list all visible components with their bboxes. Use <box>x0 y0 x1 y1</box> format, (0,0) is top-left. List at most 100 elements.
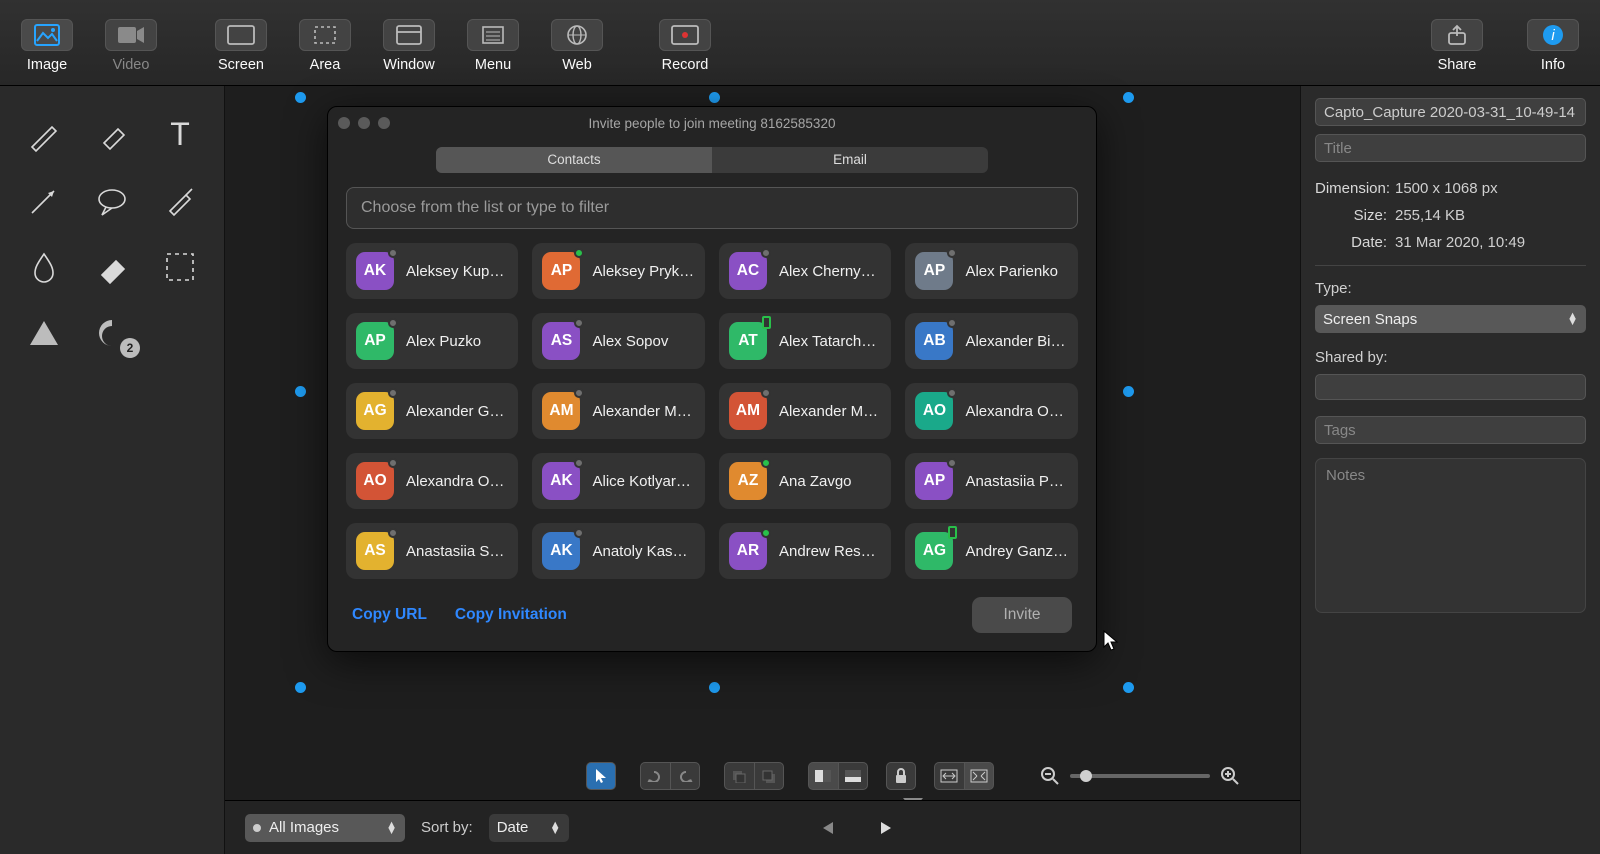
selection-handle[interactable] <box>295 682 306 693</box>
contact-avatar: AO <box>356 462 394 500</box>
modal-footer: Copy URL Copy Invitation Invite <box>328 579 1096 651</box>
tool-palette: T 2 <box>0 86 225 854</box>
contact-card[interactable]: APAleksey Pryk… <box>532 243 704 299</box>
tool-marquee[interactable] <box>146 236 214 298</box>
tab-contacts[interactable]: Contacts <box>436 147 712 173</box>
contact-avatar: AM <box>542 392 580 430</box>
contact-card[interactable]: AMAlexander M… <box>719 383 891 439</box>
contact-card[interactable]: AZAna Zavgo <box>719 453 891 509</box>
selection-handle[interactable] <box>295 386 306 397</box>
contact-card[interactable]: AKAleksey Kup… <box>346 243 518 299</box>
tool-shape[interactable] <box>10 302 78 364</box>
copy-url-link[interactable]: Copy URL <box>352 606 427 624</box>
contact-card[interactable]: AKAlice Kotlyar… <box>532 453 704 509</box>
undo-button[interactable] <box>640 762 670 790</box>
contact-card[interactable]: APAnastasiia P… <box>905 453 1078 509</box>
presence-indicator <box>761 248 771 258</box>
shared-by-field[interactable] <box>1315 374 1586 400</box>
invite-button[interactable]: Invite <box>972 597 1072 633</box>
selection-handle[interactable] <box>709 682 720 693</box>
presence-indicator <box>762 316 771 329</box>
area-icon <box>299 19 351 51</box>
tool-text[interactable]: T <box>146 104 214 166</box>
capture-screen[interactable]: Screen <box>202 19 280 73</box>
contact-card[interactable]: AOAlexandra O… <box>346 453 518 509</box>
contact-name: Alexander M… <box>592 403 694 420</box>
date-label: Date: <box>1315 234 1395 251</box>
window-controls[interactable] <box>338 117 390 129</box>
contact-card[interactable]: ASAnastasiia S… <box>346 523 518 579</box>
collection-select[interactable]: All Images ▲▼ <box>245 814 405 842</box>
contact-name: Andrew Res… <box>779 543 881 560</box>
image-mode-icon <box>21 19 73 51</box>
tool-step[interactable]: 2 <box>78 302 146 364</box>
contact-card[interactable]: ASAlex Sopov <box>532 313 704 369</box>
lock-button[interactable] <box>886 762 916 790</box>
capture-web[interactable]: Web <box>538 19 616 73</box>
presence-indicator <box>948 526 957 539</box>
prev-button[interactable] <box>819 819 837 837</box>
tab-email[interactable]: Email <box>712 147 988 173</box>
contact-card[interactable]: APAlex Puzko <box>346 313 518 369</box>
selection-handle[interactable] <box>1123 682 1134 693</box>
tool-blur-drop[interactable] <box>10 236 78 298</box>
capture-menu[interactable]: Menu <box>454 19 532 73</box>
next-button[interactable] <box>877 819 895 837</box>
tool-eraser-outline[interactable] <box>78 104 146 166</box>
capture-record[interactable]: Record <box>646 19 724 73</box>
layer-back-button[interactable] <box>724 762 754 790</box>
tool-highlighter[interactable] <box>146 170 214 232</box>
contact-card[interactable]: AGAlexander G… <box>346 383 518 439</box>
zoom-in-icon[interactable] <box>1220 766 1240 786</box>
size-value: 255,14 KB <box>1395 207 1465 224</box>
contact-card[interactable]: AOAlexandra O… <box>905 383 1078 439</box>
contact-avatar: AR <box>729 532 767 570</box>
share-button[interactable]: Share <box>1418 19 1496 73</box>
view-split-button[interactable] <box>808 762 838 790</box>
copy-invitation-link[interactable]: Copy Invitation <box>455 606 567 624</box>
tool-pencil[interactable] <box>10 104 78 166</box>
contact-card[interactable]: ABAlexander Bi… <box>905 313 1078 369</box>
layer-front-button[interactable] <box>754 762 784 790</box>
pointer-tool-button[interactable] <box>586 762 616 790</box>
capture-screen-label: Screen <box>202 57 280 73</box>
type-select[interactable]: Screen Snaps▲▼ <box>1315 305 1586 333</box>
view-full-button[interactable] <box>838 762 868 790</box>
contact-card[interactable]: ATAlex Tatarch… <box>719 313 891 369</box>
contact-card[interactable]: APAlex Parienko <box>905 243 1078 299</box>
date-value: 31 Mar 2020, 10:49 <box>1395 234 1525 251</box>
tool-callout[interactable] <box>78 170 146 232</box>
tags-field[interactable]: Tags <box>1315 416 1586 444</box>
sort-select[interactable]: Date▲▼ <box>489 814 569 842</box>
info-button[interactable]: i Info <box>1514 19 1592 73</box>
contact-name: Alexandra O… <box>965 403 1068 420</box>
tool-arrow[interactable] <box>10 170 78 232</box>
fit-screen-button[interactable] <box>964 762 994 790</box>
mode-image-label: Image <box>8 57 86 73</box>
tool-eraser[interactable] <box>78 236 146 298</box>
capture-area[interactable]: Area <box>286 19 364 73</box>
redo-button[interactable] <box>670 762 700 790</box>
contact-search-input[interactable]: Choose from the list or type to filter <box>346 187 1078 229</box>
presence-indicator <box>388 248 398 258</box>
capture-window[interactable]: Window <box>370 19 448 73</box>
contact-card[interactable]: AR Andrew Res… <box>719 523 891 579</box>
contact-card[interactable]: ACAlex Cherny… <box>719 243 891 299</box>
contact-avatar: AC <box>729 252 767 290</box>
contact-card[interactable]: AKAnatoly Kas… <box>532 523 704 579</box>
title-field[interactable]: Title <box>1315 134 1586 162</box>
filename-field[interactable]: Capto_Capture 2020-03-31_10-49-14 <box>1315 98 1586 126</box>
contact-card[interactable]: AGAndrey Ganz… <box>905 523 1078 579</box>
contact-card[interactable]: AM Alexander M… <box>532 383 704 439</box>
selection-handle[interactable] <box>295 92 306 103</box>
notes-field[interactable]: Notes <box>1315 458 1586 613</box>
zoom-out-icon[interactable] <box>1040 766 1060 786</box>
selection-handle[interactable] <box>1123 386 1134 397</box>
zoom-slider[interactable] <box>1070 774 1210 778</box>
selection-handle[interactable] <box>709 92 720 103</box>
mode-video[interactable]: Video <box>92 19 170 73</box>
selection-handle[interactable] <box>1123 92 1134 103</box>
fit-width-button[interactable] <box>934 762 964 790</box>
mode-image[interactable]: Image <box>8 19 86 73</box>
mouse-cursor-icon <box>1103 630 1119 652</box>
